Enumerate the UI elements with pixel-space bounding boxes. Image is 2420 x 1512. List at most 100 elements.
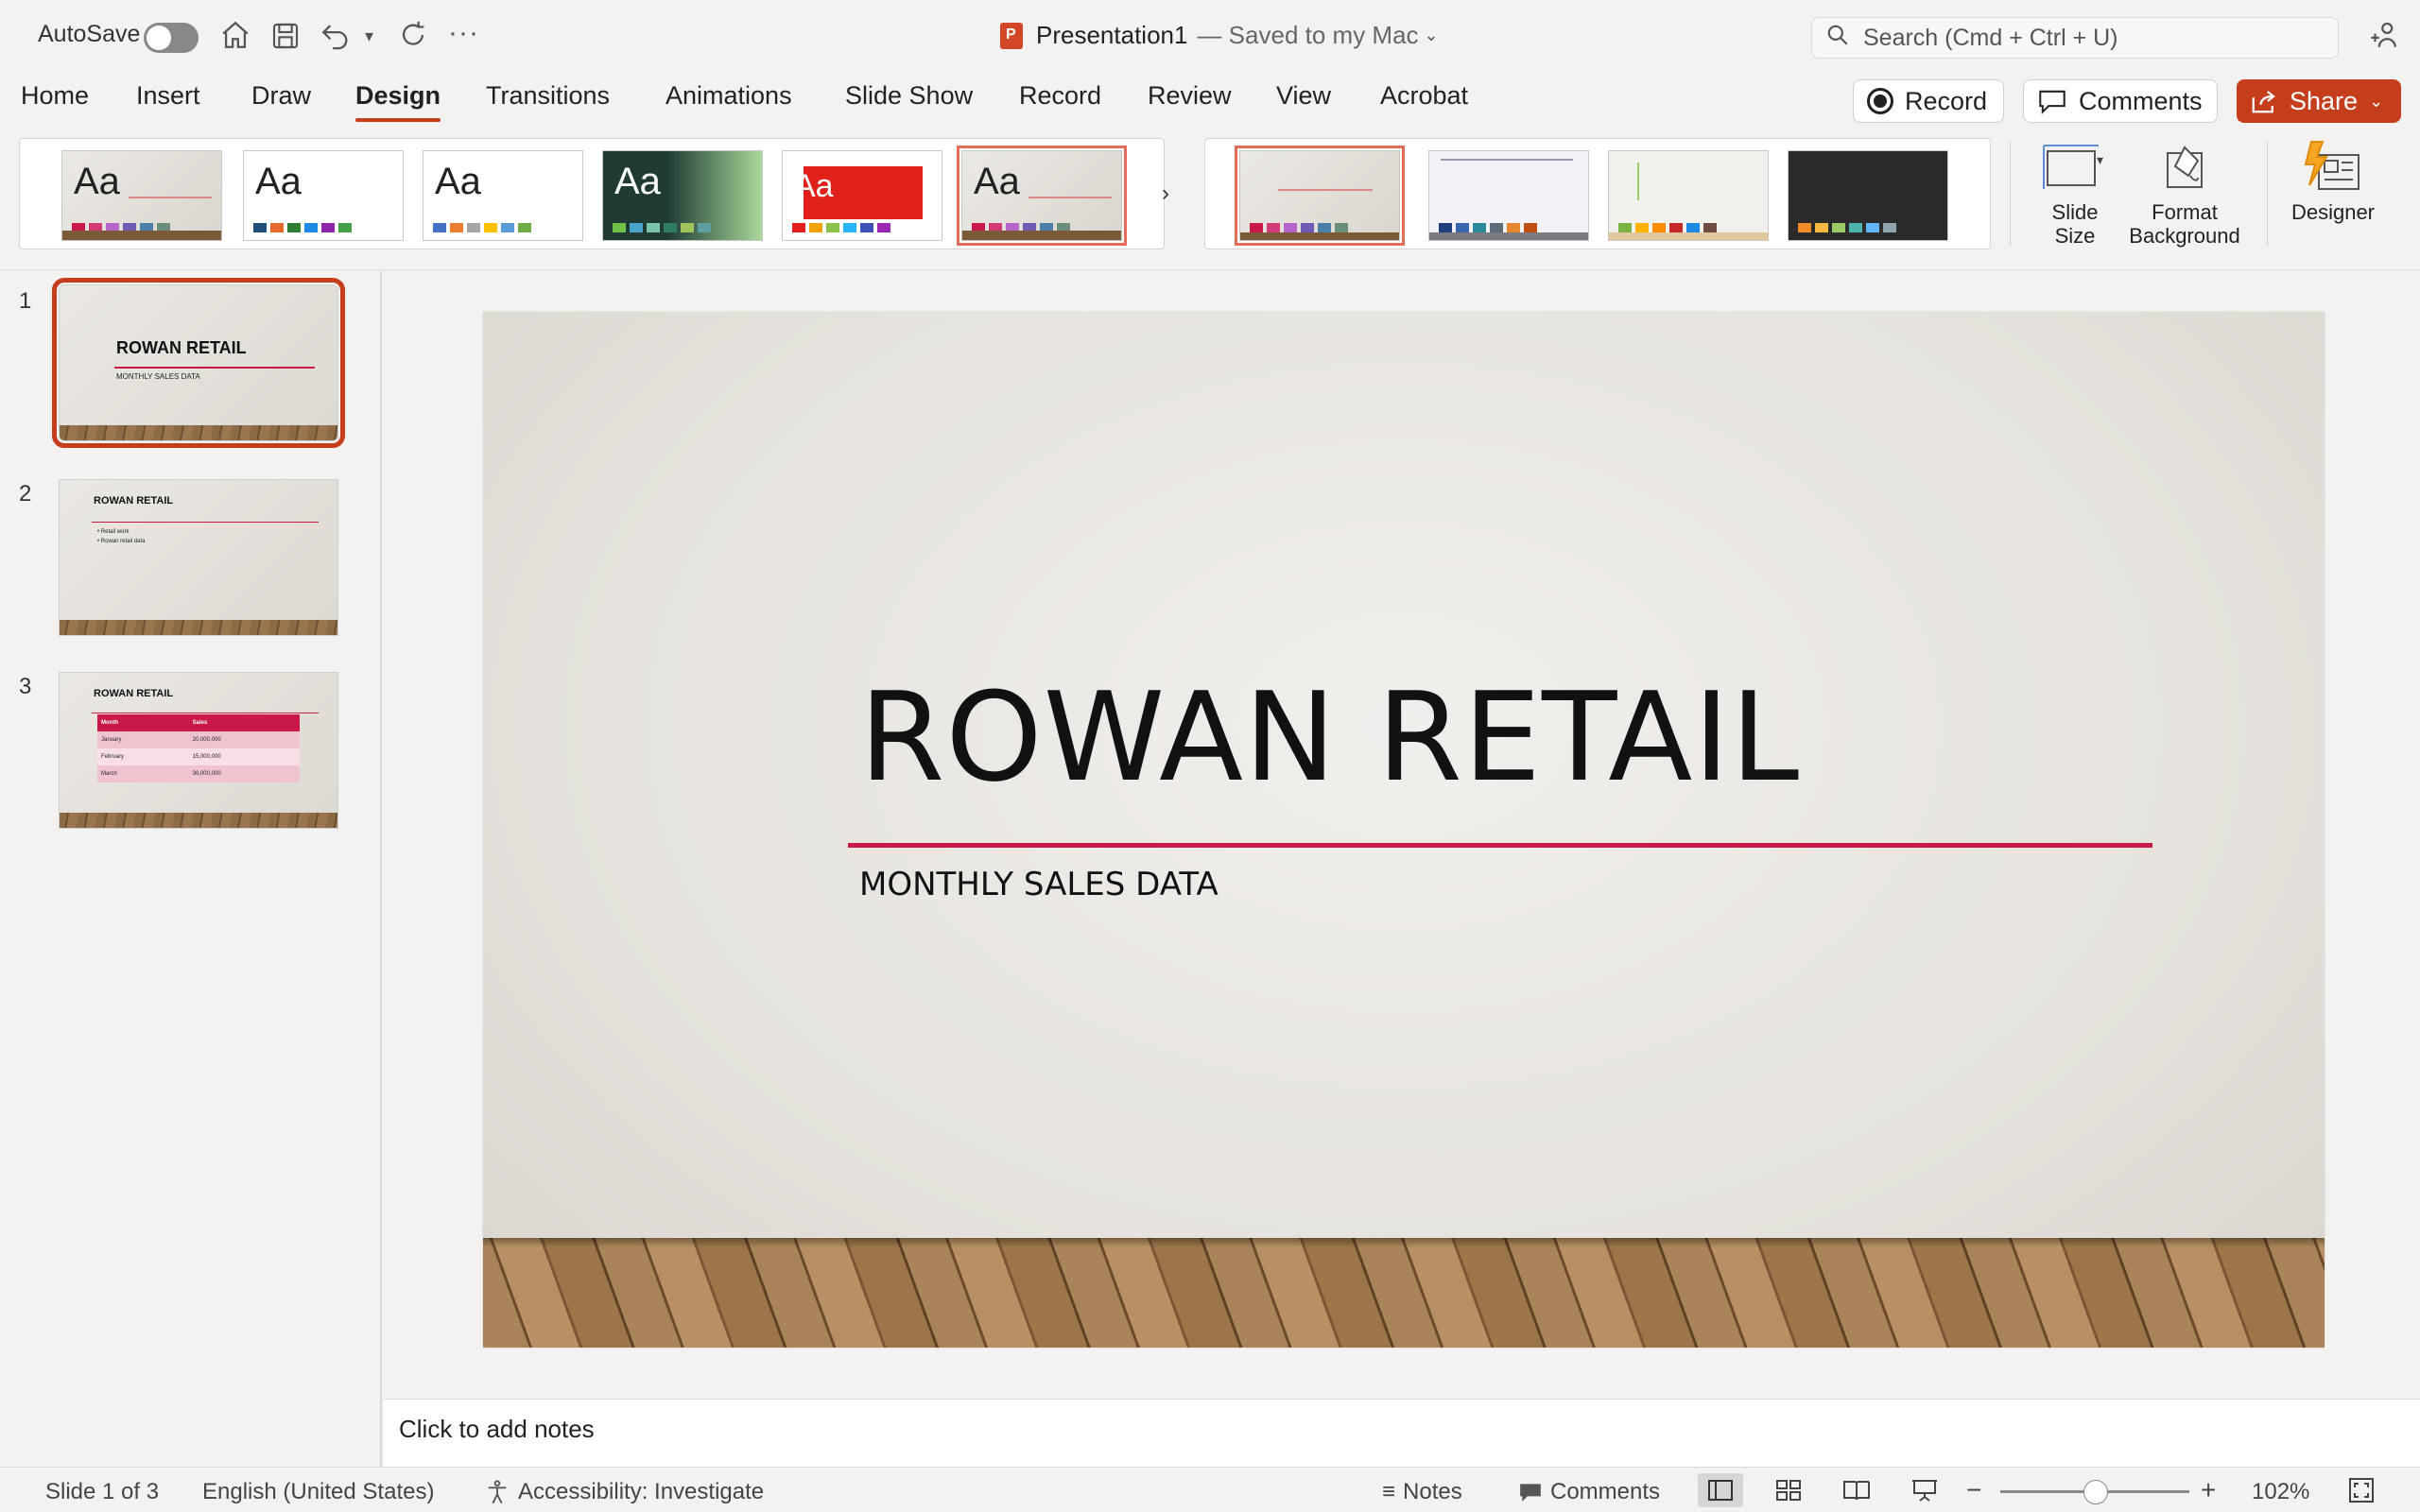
language-indicator[interactable]: English (United States) (202, 1479, 434, 1505)
undo-dropdown-icon[interactable]: ▾ (365, 26, 373, 46)
theme-thumbnail[interactable]: Aa (243, 150, 404, 241)
zoom-out-icon[interactable]: − (1966, 1475, 1981, 1505)
slide-sorter-view-icon[interactable] (1766, 1473, 1811, 1507)
slide-show-view-icon[interactable] (1902, 1473, 1947, 1507)
tab-slide-show[interactable]: Slide Show (845, 81, 973, 111)
theme-thumbnail[interactable]: Aa (602, 150, 763, 241)
notes-pane[interactable]: Click to add notes (384, 1399, 2420, 1467)
variant-thumbnail[interactable] (1788, 150, 1948, 241)
notes-placeholder: Click to add notes (399, 1415, 595, 1443)
theme-sample-text: Aa (794, 168, 834, 204)
notes-toggle[interactable]: ≡ Notes (1382, 1479, 1462, 1505)
autosave-toggle[interactable] (144, 23, 199, 53)
format-background-button[interactable]: Format Background (2123, 138, 2246, 248)
theme-thumbnail-selected[interactable]: Aa (957, 146, 1127, 246)
variant-thumbnail-selected[interactable] (1235, 146, 1405, 246)
comments-button[interactable]: Comments (2023, 79, 2218, 123)
slide-size-label-1: Slide (2051, 200, 2099, 224)
comments-button-label: Comments (2079, 86, 2203, 115)
zoom-level[interactable]: 102% (2252, 1479, 2309, 1505)
record-icon (1867, 88, 1893, 114)
slide-number: 1 (19, 288, 32, 314)
theme-color-swatches (613, 223, 711, 232)
share-button[interactable]: Share ⌄ (2237, 79, 2401, 123)
thumb-table: Month Sales January 20,000,000 February 15,… (97, 714, 300, 782)
theme-accent-line (1028, 197, 1112, 198)
gallery-chevron-right-icon[interactable]: › (1162, 180, 1169, 207)
variant-accent-line (1278, 189, 1373, 191)
variant-thumbnail[interactable] (1428, 150, 1589, 241)
tab-home[interactable]: Home (21, 81, 89, 111)
zoom-slider-thumb[interactable] (2083, 1480, 2108, 1504)
tab-view[interactable]: View (1276, 81, 1331, 111)
slide-size-button[interactable]: ▾ Slide Size (2032, 138, 2118, 248)
thumb-accent-line (92, 522, 319, 523)
svg-text:▾: ▾ (2097, 152, 2103, 167)
theme-sample-text: Aa (74, 161, 120, 202)
more-options-icon[interactable]: ··· (448, 17, 479, 49)
format-background-label-2: Background (2129, 224, 2240, 248)
tab-review[interactable]: Review (1148, 81, 1232, 111)
search-box[interactable]: Search (Cmd + Ctrl + U) (1811, 17, 2339, 59)
search-placeholder: Search (Cmd + Ctrl + U) (1863, 24, 2118, 51)
save-icon[interactable] (270, 21, 301, 51)
slide-subtitle[interactable]: MONTHLY SALES DATA (859, 866, 1219, 903)
powerpoint-window: AutoSave ▾ ··· Presentation1 — Saved to … (0, 0, 2420, 1512)
tab-animations[interactable]: Animations (666, 81, 792, 111)
document-save-status: — Saved to my Mac (1197, 21, 1419, 49)
variant-floor (1609, 232, 1768, 240)
ribbon-separator (2267, 142, 2268, 246)
tab-record[interactable]: Record (1019, 81, 1101, 111)
theme-accent-line (129, 197, 212, 198)
thumb-wood-floor (60, 813, 337, 828)
theme-thumbnail[interactable]: Aa (61, 150, 222, 241)
tab-acrobat[interactable]: Acrobat (1380, 81, 1468, 111)
variant-color-swatches (1439, 223, 1537, 232)
theme-sample-text: Aa (255, 161, 302, 202)
comment-icon (1518, 1481, 1543, 1503)
title-chevron-down-icon: ⌄ (1424, 26, 1439, 44)
tab-draw[interactable]: Draw (251, 81, 311, 111)
powerpoint-file-icon (1000, 22, 1023, 49)
format-background-icon (2156, 138, 2213, 195)
theme-sample-text: Aa (435, 161, 481, 202)
notes-icon: ≡ (1382, 1479, 1396, 1504)
theme-thumbnail[interactable]: Aa (782, 150, 942, 241)
normal-view-icon[interactable] (1698, 1473, 1743, 1507)
variant-wood-floor (1240, 232, 1399, 240)
designer-icon (2302, 138, 2364, 195)
tab-insert[interactable]: Insert (136, 81, 200, 111)
thumb-subtitle: MONTHLY SALES DATA (116, 372, 200, 381)
thumb-bullet: • Retail work (97, 529, 130, 535)
design-ribbon: Aa Aa Aa Aa Aa Aa › ▾ Slide Size Format … (0, 132, 2420, 270)
accessibility-status[interactable]: Accessibility: Investigate (484, 1479, 764, 1505)
share-chevron-down-icon[interactable]: ⌄ (2369, 92, 2383, 112)
designer-label: Designer (2290, 200, 2376, 224)
undo-icon[interactable] (320, 19, 352, 51)
share-people-icon[interactable] (2367, 19, 2399, 51)
zoom-in-icon[interactable]: + (2201, 1475, 2216, 1505)
home-icon[interactable] (219, 19, 251, 51)
reading-view-icon[interactable] (1834, 1473, 1879, 1507)
thumb-wood-floor (60, 620, 337, 635)
designer-button[interactable]: Designer (2282, 138, 2384, 224)
slide-thumbnail-2[interactable]: ROWAN RETAIL • Retail work • Rowan retai… (59, 479, 338, 636)
redo-icon[interactable] (397, 19, 429, 51)
theme-thumbnail[interactable]: Aa (423, 150, 583, 241)
slide-title[interactable]: ROWAN RETAIL (859, 665, 1800, 809)
theme-wood-floor (962, 231, 1121, 240)
comments-toggle[interactable]: Comments (1518, 1479, 1660, 1505)
variant-thumbnail[interactable] (1608, 150, 1769, 241)
record-button[interactable]: Record (1853, 79, 2004, 123)
slide-canvas[interactable]: ROWAN RETAIL MONTHLY SALES DATA (483, 312, 2325, 1348)
slide-thumbnail-1[interactable]: ROWAN RETAIL MONTHLY SALES DATA (52, 278, 345, 448)
variants-gallery (1204, 138, 1991, 249)
fit-to-window-icon[interactable] (2339, 1473, 2384, 1507)
notes-label: Notes (1403, 1479, 1462, 1504)
thumb-wood-floor (60, 425, 337, 440)
document-title[interactable]: Presentation1 — Saved to my Mac ⌄ (1000, 21, 1439, 50)
slide-thumbnail-3[interactable]: ROWAN RETAIL Month Sales January 20,000,00… (59, 672, 338, 829)
tab-design[interactable]: Design (355, 81, 441, 122)
tab-transitions[interactable]: Transitions (486, 81, 610, 111)
accessibility-label: Accessibility: Investigate (518, 1479, 765, 1504)
